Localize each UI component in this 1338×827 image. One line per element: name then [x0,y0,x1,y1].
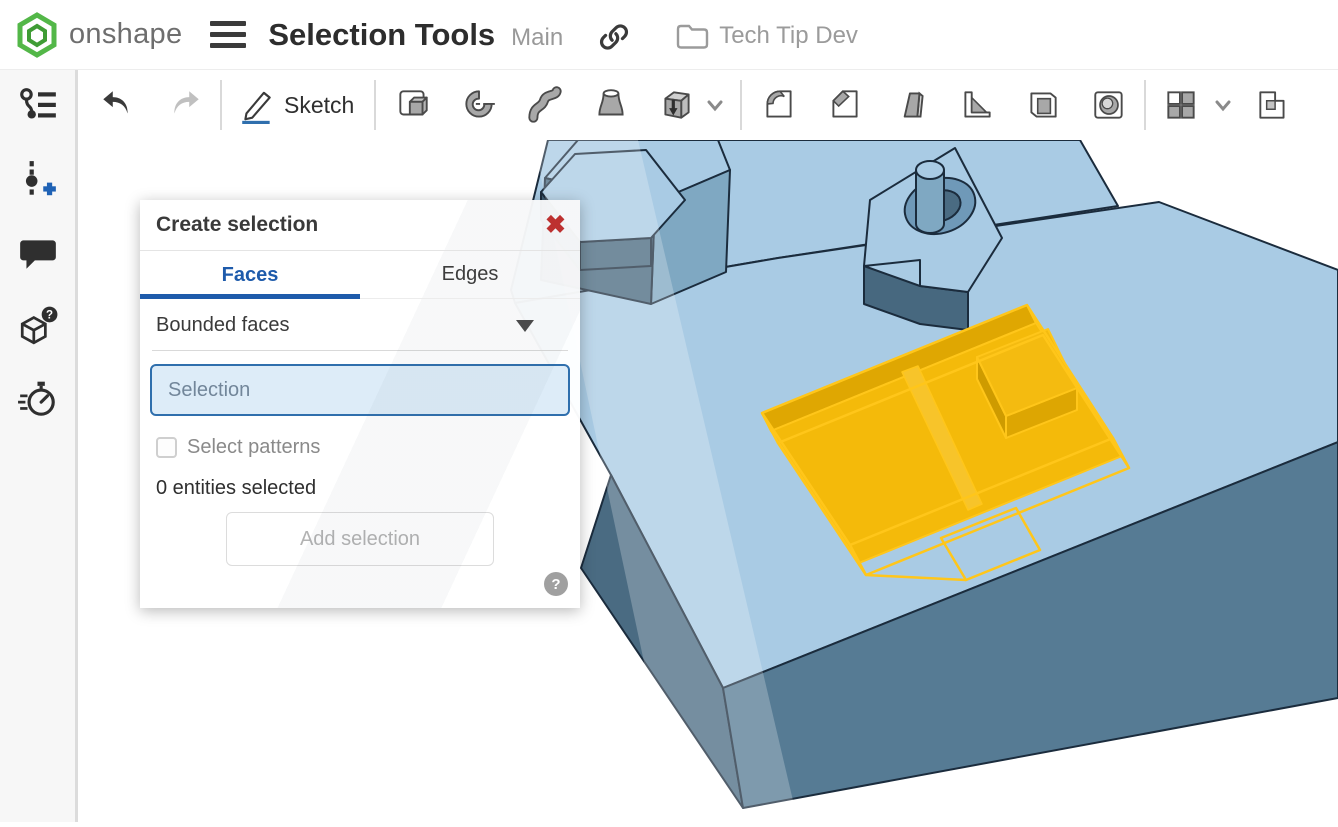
dialog-title: Create selection [156,213,318,237]
face-filter-dropdown[interactable]: Bounded faces [140,299,580,350]
app-header: onshape Selection Tools Main Tech Tip De… [0,0,1338,70]
bracket-pin-top [916,161,944,179]
toolbar-separator [740,80,742,130]
sketch-pencil-icon [238,86,276,124]
rib-icon[interactable] [958,86,996,124]
entities-selected-status: 0 entities selected [156,477,564,500]
select-patterns-checkbox[interactable] [156,437,177,458]
create-selection-dialog: Create selection ✖ Faces Edges Bounded f… [140,200,580,608]
tab-edges[interactable]: Edges [360,251,580,299]
close-icon[interactable]: ✖ [545,213,566,238]
learning-help-icon[interactable]: ? [17,305,59,347]
onshape-logo-icon[interactable] [14,12,60,58]
svg-text:?: ? [46,310,53,322]
chamfer-icon[interactable] [826,86,864,124]
toolbar-separator [220,80,222,130]
help-icon[interactable]: ? [544,572,568,596]
chevron-down-icon[interactable] [1212,94,1234,116]
hamburger-menu-icon[interactable] [210,21,246,48]
active-tab-underline [140,294,360,299]
selection-input[interactable] [150,364,570,416]
performance-timer-icon[interactable] [17,378,59,420]
brand-name: onshape [69,18,182,51]
redo-icon[interactable] [166,86,204,124]
fillet-icon[interactable] [760,86,798,124]
thicken-icon[interactable] [658,86,696,124]
toolbar-separator [374,80,376,130]
share-link-icon[interactable] [599,22,629,52]
linear-pattern-icon[interactable] [1162,86,1200,124]
face-filter-value: Bounded faces [156,314,289,337]
revolve-icon[interactable] [460,86,498,124]
document-title: Selection Tools [268,17,495,53]
chevron-down-icon[interactable] [704,94,726,116]
extrude-icon[interactable] [394,86,432,124]
left-panel-sidebar: ? [0,70,78,822]
dialog-tabs: Faces Edges [140,250,580,299]
toolbar-separator [1144,80,1146,130]
folder-icon[interactable] [675,21,709,51]
loft-icon[interactable] [592,86,630,124]
select-patterns-label: Select patterns [187,436,320,459]
sketch-button-label: Sketch [284,92,354,119]
add-selection-button[interactable]: Add selection [226,512,494,566]
undo-icon[interactable] [98,86,136,124]
hole-icon[interactable] [1090,86,1128,124]
divider [152,350,568,351]
folder-name[interactable]: Tech Tip Dev [719,22,858,50]
feature-toolbar: Sketch [78,70,1338,140]
workspace-label[interactable]: Main [511,24,563,52]
boolean-icon[interactable] [1254,86,1292,124]
sketch-button[interactable]: Sketch [238,86,354,124]
tab-faces[interactable]: Faces [140,251,360,299]
shell-icon[interactable] [1024,86,1062,124]
feature-list-icon[interactable] [17,86,59,128]
dropdown-caret-icon [516,320,534,332]
insert-feature-icon[interactable] [17,159,59,201]
comments-icon[interactable] [17,232,59,274]
draft-icon[interactable] [892,86,930,124]
sweep-icon[interactable] [526,86,564,124]
